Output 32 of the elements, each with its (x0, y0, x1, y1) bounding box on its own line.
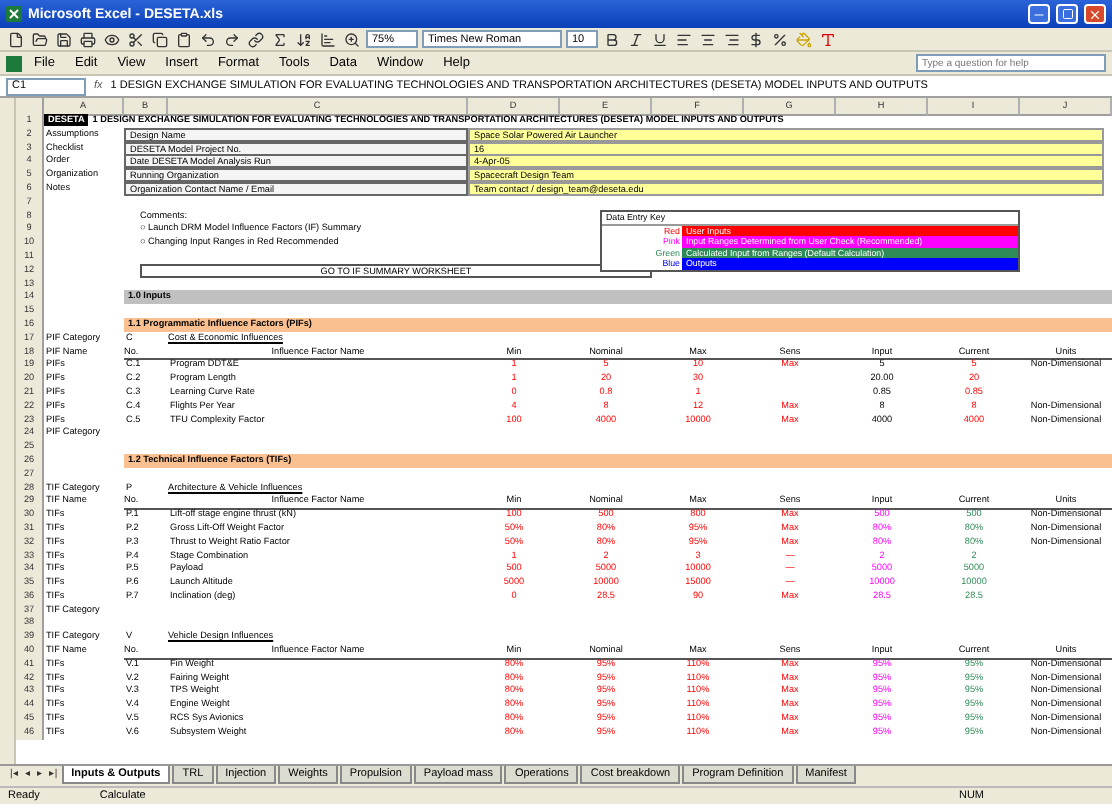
close-icon (1088, 7, 1102, 21)
preview-icon[interactable] (104, 31, 120, 47)
percent-icon[interactable] (772, 31, 788, 47)
currency-icon[interactable] (748, 31, 764, 47)
maximize-icon (1061, 8, 1073, 20)
new-file-icon[interactable] (8, 31, 24, 47)
redo-icon[interactable] (224, 31, 240, 47)
close-button[interactable] (1084, 4, 1106, 24)
link-icon[interactable] (248, 31, 264, 47)
underline-icon[interactable] (652, 31, 668, 47)
workbook-icon (6, 55, 22, 71)
sigma-icon[interactable] (272, 31, 288, 47)
bold-icon[interactable] (604, 31, 620, 47)
sort-icon[interactable] (296, 31, 312, 47)
printer-icon[interactable] (80, 31, 96, 47)
clipboard-icon[interactable] (176, 31, 192, 47)
zoom-icon[interactable] (344, 31, 360, 47)
app-icon (6, 6, 22, 22)
copy-icon[interactable] (152, 31, 168, 47)
align-right-icon[interactable] (724, 31, 740, 47)
maximize-button[interactable] (1056, 4, 1078, 24)
save-icon[interactable] (56, 31, 72, 47)
minimize-button[interactable] (1028, 4, 1050, 24)
align-center-icon[interactable] (700, 31, 716, 47)
scissors-icon[interactable] (128, 31, 144, 47)
font-color-icon[interactable] (820, 31, 836, 47)
italic-icon[interactable] (628, 31, 644, 47)
fill-color-icon[interactable] (796, 31, 812, 47)
chart-icon[interactable] (320, 31, 336, 47)
folder-icon[interactable] (32, 31, 48, 47)
align-left-icon[interactable] (676, 31, 692, 47)
undo-icon[interactable] (200, 31, 216, 47)
